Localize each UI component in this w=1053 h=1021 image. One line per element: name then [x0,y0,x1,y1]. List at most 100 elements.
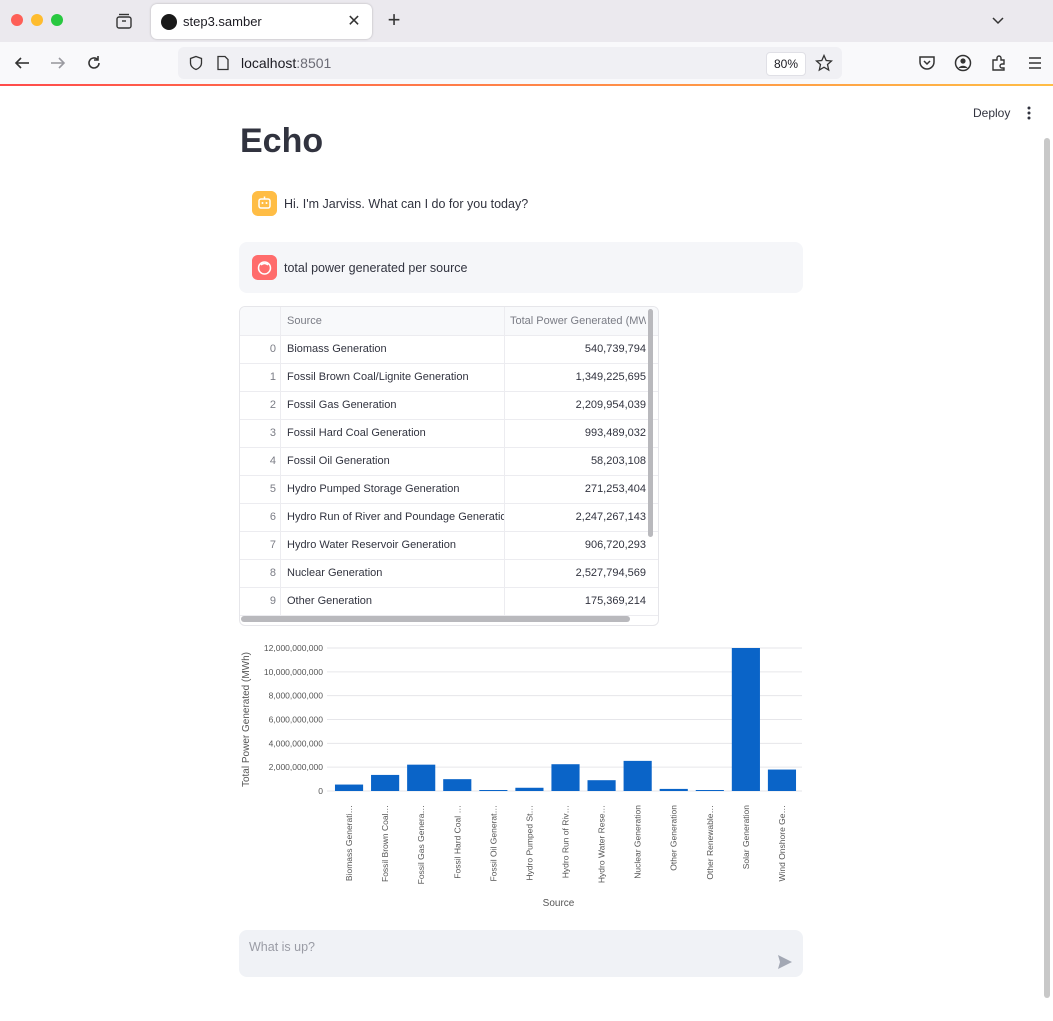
page-icon[interactable] [216,55,230,71]
table-row[interactable]: 2 Fossil Gas Generation 2,209,954,039 [240,391,658,420]
message-text: Hi. I'm Jarviss. What can I do for you t… [284,197,529,211]
send-icon[interactable] [776,953,794,971]
value-cell: 540,739,794 [584,343,646,355]
value-cell: 175,369,214 [584,595,646,607]
bar [587,780,616,791]
bar [551,764,580,791]
value-cell: 2,209,954,039 [575,399,646,411]
chat-message-assistant: Hi. I'm Jarviss. What can I do for you t… [239,180,803,228]
x-tick-label: Nuclear Generation [633,805,643,879]
page-title: Echo [240,122,324,160]
bar-chart: 0 2,000,000,000 4,000,000,000 6,000,000,000… [239,640,805,912]
minimize-window-button[interactable] [31,14,43,26]
source-cell: Biomass Generation [281,335,505,363]
table-row[interactable]: 9 Other Generation 175,369,214 [240,587,658,616]
chat-input-field[interactable] [247,936,771,958]
table-row[interactable]: 8 Nuclear Generation 2,527,794,569 [240,559,658,588]
x-tick-label: Hydro Water Rese… [597,805,607,883]
source-cell: Fossil Gas Generation [281,391,505,419]
bar [767,769,797,791]
bar [731,648,760,791]
table-row[interactable]: 6 Hydro Run of River and Poundage Generat… [240,503,658,532]
url-text[interactable]: localhost:8501 [241,55,331,71]
y-tick-label: 6,000,000,000 [269,715,324,725]
chevron-down-icon[interactable] [990,12,1006,28]
y-tick-label: 2,000,000,000 [269,762,324,772]
x-tick-label: Biomass Generati… [344,805,354,881]
table-row[interactable]: 1 Fossil Brown Coal/Lignite Generation 1,3… [240,363,658,392]
row-index: 4 [240,447,281,475]
shield-icon[interactable] [188,55,204,71]
column-header[interactable]: Source [281,307,505,335]
bar-chart-svg: 0 2,000,000,000 4,000,000,000 6,000,000,000… [241,643,802,909]
row-index: 5 [240,475,281,503]
value-cell: 2,527,794,569 [575,567,646,579]
deploy-button[interactable]: Deploy [965,104,1018,122]
source-cell: Nuclear Generation [281,559,505,587]
y-tick-label: 10,000,000,000 [264,667,323,677]
bookmark-star-icon[interactable] [815,54,833,72]
tab-close-icon[interactable]: ✕ [344,11,364,31]
zoom-level-badge[interactable]: 80% [766,52,807,76]
browser-tab-bar: step3.samber ✕ + [0,0,1053,42]
back-arrow-icon[interactable] [12,53,32,73]
x-tick-label: Fossil Oil Generat… [488,805,498,882]
bar [443,779,472,791]
browser-tab-active[interactable]: step3.samber ✕ [151,4,372,39]
value-cell: 1,349,225,695 [575,371,646,383]
close-window-button[interactable] [11,14,23,26]
x-tick-label: Fossil Hard Coal … [452,805,462,879]
tab-manager-icon[interactable] [115,12,133,30]
tab-title: step3.samber [183,14,262,29]
bar [371,774,400,791]
table-row[interactable]: 3 Fossil Hard Coal Generation 993,489,032 [240,419,658,448]
x-tick-label: Other Renewable… [705,805,715,880]
results-dataframe[interactable]: Source Total Power Generated (MWh) 0 Biomas… [239,306,659,626]
table-header-row: Source Total Power Generated (MWh) [240,307,658,336]
bar [515,787,544,791]
pocket-icon[interactable] [917,53,937,73]
source-cell: Fossil Oil Generation [281,447,505,475]
value-cell: 2,247,267,143 [575,511,646,523]
column-header[interactable] [240,307,281,335]
x-tick-label: Wind Onshore Ge… [777,805,787,882]
source-cell: Other Generation [281,587,505,615]
table-row[interactable]: 4 Fossil Oil Generation 58,203,108 [240,447,658,476]
chat-input-box[interactable] [239,930,803,977]
message-text: total power generated per source [284,261,468,275]
x-tick-label: Hydro Pumped St… [524,805,534,881]
bar [659,788,688,791]
bar [407,764,436,791]
account-icon[interactable] [953,53,973,73]
x-tick-label: Solar Generation [741,805,751,870]
row-index: 1 [240,363,281,391]
hamburger-menu-icon[interactable] [1025,53,1045,73]
extensions-icon[interactable] [989,53,1009,73]
more-options-icon[interactable] [1022,104,1036,122]
column-header[interactable]: Total Power Generated (MWh) [505,307,646,335]
y-tick-label: 8,000,000,000 [269,691,324,701]
new-tab-button[interactable]: + [384,9,404,31]
row-index: 7 [240,531,281,559]
reload-icon[interactable] [84,53,104,73]
url-bar[interactable]: localhost:8501 80% [178,47,842,79]
app-header-accent [0,84,1053,86]
page-scrollbar[interactable] [1044,138,1050,998]
maximize-window-button[interactable] [51,14,63,26]
x-tick-label: Hydro Run of Riv… [561,805,571,878]
chat-message-user: total power generated per source [239,242,803,293]
value-cell: 58,203,108 [590,455,646,467]
browser-nav-bar: localhost:8501 80% [0,42,1053,85]
x-axis-label: Source [543,898,575,909]
table-row[interactable]: 0 Biomass Generation 540,739,794 [240,335,658,364]
value-cell: 993,489,032 [584,427,646,439]
table-row[interactable]: 7 Hydro Water Reservoir Generation 906,720… [240,531,658,560]
user-avatar-icon [252,255,277,280]
forward-arrow-icon[interactable] [48,53,68,73]
y-axis-label: Total Power Generated (MWh) [241,652,252,787]
dataframe-vertical-scrollbar[interactable] [648,309,653,537]
value-cell: 906,720,293 [584,539,646,551]
dataframe-horizontal-scrollbar[interactable] [241,616,630,622]
table-row[interactable]: 5 Hydro Pumped Storage Generation 271,253,… [240,475,658,504]
row-index: 3 [240,419,281,447]
